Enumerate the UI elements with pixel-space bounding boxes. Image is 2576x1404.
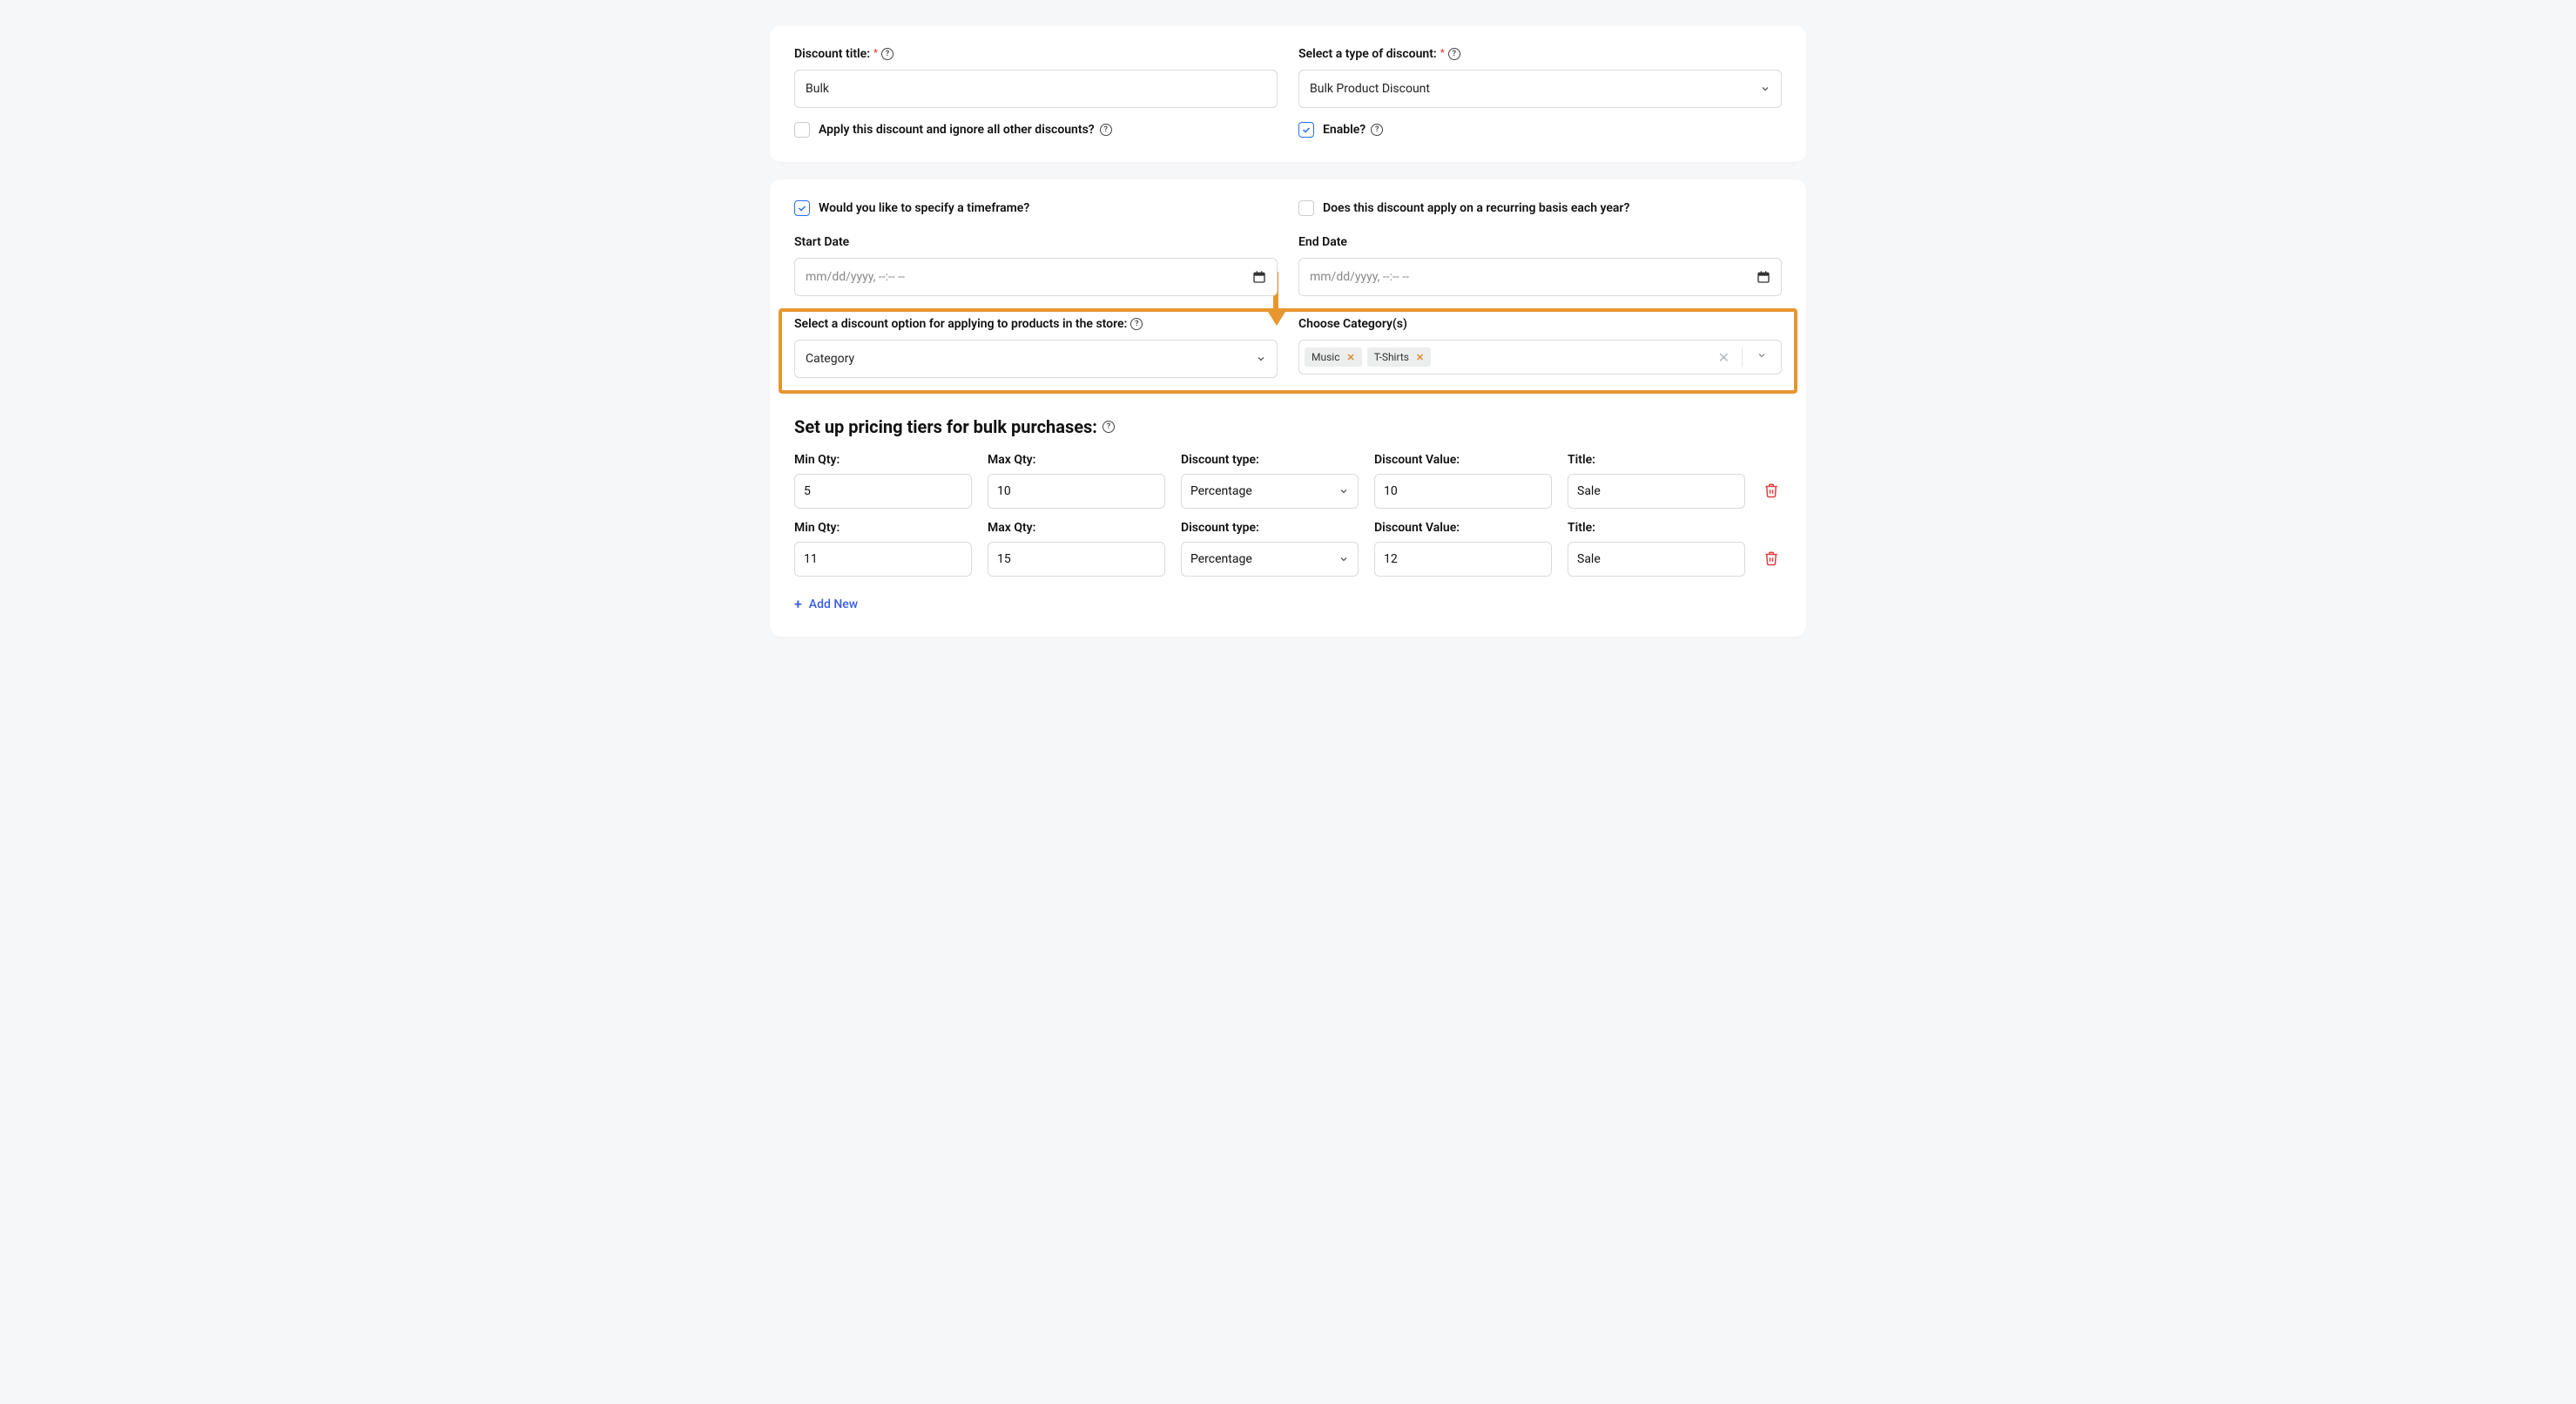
tier-discount-type-select[interactable]: Percentage (1181, 474, 1359, 509)
tier-title-label: Title: (1568, 453, 1745, 467)
timeframe-label: Would you like to specify a timeframe? (819, 201, 1029, 215)
required-asterisk: * (1440, 47, 1445, 58)
discount-type-label: Select a type of discount: * ? (1298, 47, 1782, 61)
start-date-label: Start Date (794, 235, 1278, 249)
recurring-label: Does this discount apply on a recurring … (1323, 201, 1629, 215)
remove-tag-icon[interactable]: ✕ (1346, 352, 1354, 363)
add-new-tier-button[interactable]: + Add New (794, 596, 858, 612)
discount-type-col-label: Discount type: (1181, 453, 1359, 467)
max-qty-input[interactable]: 10 (988, 474, 1165, 509)
divider (1742, 348, 1743, 367)
tier-discount-type-select[interactable]: Percentage (1181, 542, 1359, 577)
ignore-others-checkbox[interactable] (794, 122, 810, 138)
discount-value-label: Discount Value: (1374, 521, 1552, 535)
max-qty-label: Max Qty: (988, 453, 1165, 467)
help-icon[interactable]: ? (1100, 124, 1112, 136)
end-date-label: End Date (1298, 235, 1782, 249)
highlighted-section: Select a discount option for applying to… (779, 308, 1797, 394)
remove-tag-icon[interactable]: ✕ (1416, 352, 1424, 363)
chevron-down-icon (1339, 486, 1349, 496)
min-qty-input[interactable]: 11 (794, 542, 972, 577)
tier-row: Min Qty: 11 Max Qty: 15 Discount type: P… (794, 521, 1782, 577)
help-icon[interactable]: ? (881, 48, 894, 60)
timeframe-checkbox[interactable] (794, 200, 810, 216)
max-qty-label: Max Qty: (988, 521, 1165, 535)
discount-value-input[interactable]: 12 (1374, 542, 1552, 577)
tier-title-label: Title: (1568, 521, 1745, 535)
enable-checkbox[interactable] (1298, 122, 1314, 138)
max-qty-input[interactable]: 15 (988, 542, 1165, 577)
discount-config-card: Would you like to specify a timeframe? D… (770, 179, 1806, 637)
min-qty-input[interactable]: 5 (794, 474, 972, 509)
end-date-input[interactable]: mm/dd/yyyy, --:-- -- (1298, 258, 1782, 296)
delete-tier-icon[interactable] (1763, 483, 1779, 502)
tier-title-input[interactable]: Sale (1568, 542, 1745, 577)
tier-row: Min Qty: 5 Max Qty: 10 Discount type: Pe… (794, 453, 1782, 509)
clear-all-icon[interactable]: ✕ (1711, 349, 1736, 366)
discount-title-label: Discount title: * ? (794, 47, 1278, 61)
tier-title-input[interactable]: Sale (1568, 474, 1745, 509)
discount-type-col-label: Discount type: (1181, 521, 1359, 535)
calendar-icon (1252, 270, 1266, 284)
chevron-down-icon (1339, 554, 1349, 564)
help-icon[interactable]: ? (1103, 421, 1115, 433)
discount-value-input[interactable]: 10 (1374, 474, 1552, 509)
help-icon[interactable]: ? (1448, 48, 1460, 60)
plus-icon: + (794, 596, 802, 612)
start-date-input[interactable]: mm/dd/yyyy, --:-- -- (794, 258, 1278, 296)
chevron-down-icon (1256, 354, 1266, 364)
enable-label: Enable? ? (1323, 123, 1383, 137)
min-qty-label: Min Qty: (794, 521, 972, 535)
help-icon[interactable]: ? (1371, 124, 1383, 136)
ignore-others-label: Apply this discount and ignore all other… (819, 123, 1112, 137)
category-tag: T-Shirts ✕ (1367, 348, 1431, 367)
discount-basics-card: Discount title: * ? Bulk Select a type o… (770, 26, 1806, 162)
category-tag: Music ✕ (1305, 348, 1362, 367)
discount-option-select[interactable]: Category (794, 340, 1278, 378)
discount-value-label: Discount Value: (1374, 453, 1552, 467)
delete-tier-icon[interactable] (1763, 550, 1779, 570)
category-multiselect[interactable]: Music ✕ T-Shirts ✕ ✕ (1298, 340, 1782, 375)
chevron-down-icon[interactable] (1748, 350, 1776, 364)
required-asterisk: * (873, 47, 878, 58)
choose-category-label: Choose Category(s) (1298, 317, 1782, 331)
min-qty-label: Min Qty: (794, 453, 972, 467)
recurring-checkbox[interactable] (1298, 200, 1314, 216)
calendar-icon (1757, 270, 1770, 284)
help-icon[interactable]: ? (1130, 318, 1143, 330)
discount-type-select[interactable]: Bulk Product Discount (1298, 70, 1782, 108)
discount-title-input[interactable]: Bulk (794, 70, 1278, 108)
tiers-heading: Set up pricing tiers for bulk purchases:… (794, 416, 1782, 437)
chevron-down-icon (1760, 84, 1770, 94)
discount-option-label: Select a discount option for applying to… (794, 317, 1278, 331)
